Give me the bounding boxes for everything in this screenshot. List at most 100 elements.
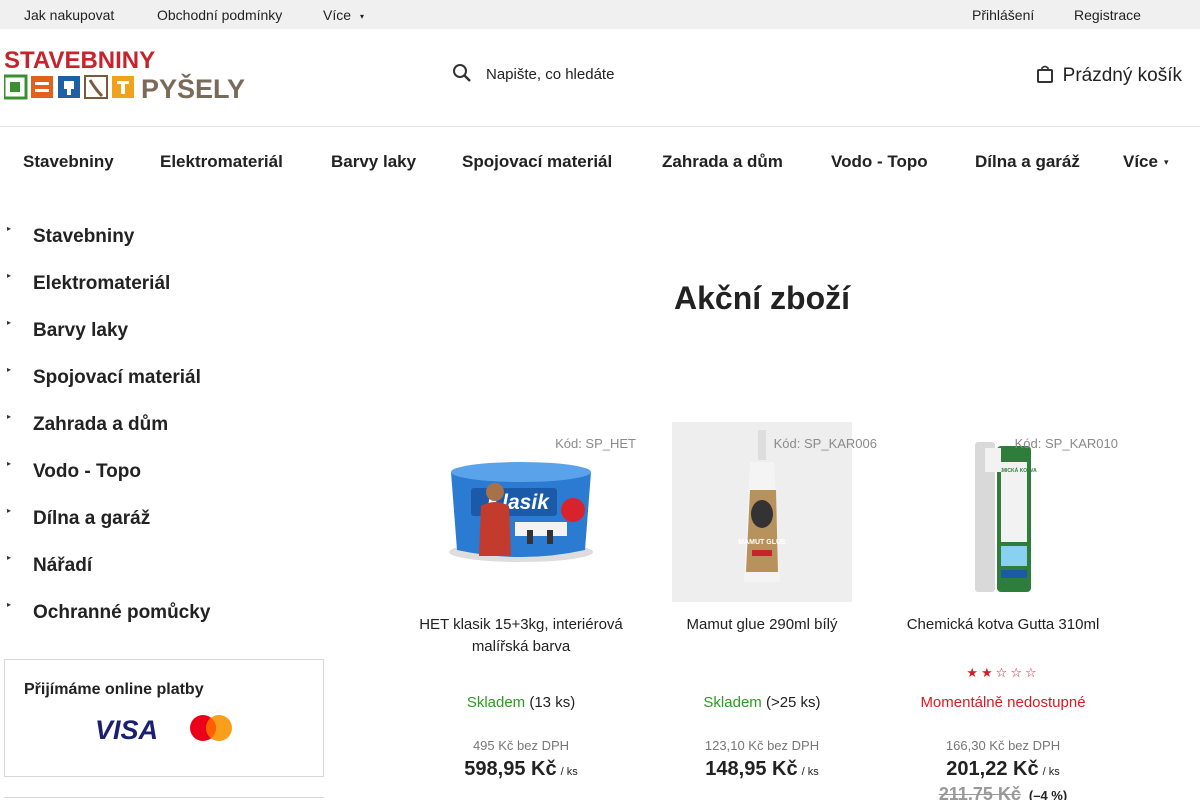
sidebar-item-zahrada-a-dum[interactable]: ▸ Zahrada a dům [4,403,324,450]
star-empty-icon: ☆ [1010,665,1025,680]
chevron-down-icon: ▾ [360,11,365,21]
product-card[interactable]: Klasik Kód: SP_HET HET klasik 15+3kg, in… [406,422,636,800]
product-name[interactable]: Chemická kotva Gutta 310ml [888,614,1118,636]
visa-logo: VISA [95,716,158,741]
discount-badge: (–4 %) [1028,788,1068,800]
stock-status: Momentálně nedostupné [920,694,1086,711]
star-empty-icon: ☆ [1024,665,1040,680]
cart-label: Prázdný košík [1062,65,1182,86]
sidebar-item-label: Elektromateriál [33,273,171,294]
logo[interactable]: STAVEBNINY PYŠELY [4,46,260,102]
price-value: 201,22 Kč [946,758,1039,780]
logo-text-top: STAVEBNINY [4,47,155,74]
topbar-link-how-to-buy[interactable]: Jak nakupovat [24,7,114,23]
topbar-more-label: Více [323,7,352,23]
star-empty-icon: ☆ [995,665,1011,680]
payments-title: Přijímáme online platby [24,681,204,698]
sidebar-item-naradi[interactable]: ▸ Nářadí [4,544,324,591]
chevron-right-icon: ▸ [7,459,12,468]
star-filled-icon: ★ [981,665,996,680]
stock-count: (>25 ks) [765,694,821,711]
page-title: Akční zboží [673,280,850,316]
sidebar-item-dilna-a-garaz[interactable]: ▸ Dílna a garáž [4,497,324,544]
shopping-bag-icon [1036,65,1053,83]
product-name[interactable]: Mamut glue 290ml bílý [647,614,877,636]
nav-item-elektromaterial[interactable]: Elektromateriál [160,152,283,172]
sidebar-categories: ▸ Stavebniny ▸ Elektromateriál ▸ Barvy laky… [4,215,324,638]
login-link[interactable]: Přihlášení [972,7,1034,23]
product-stock: Skladem (>25 ks) [647,694,877,711]
product-price: 201,22 Kč / ks [888,758,1118,781]
chevron-down-icon: ▾ [1163,157,1169,168]
register-link[interactable]: Registrace [1074,7,1141,23]
header: STAVEBNINY PYŠELY Napište, co hledáte Pr… [0,29,1200,127]
stock-count: (13 ks) [529,694,576,711]
star-filled-icon: ★ [966,665,982,680]
logo-text-bottom: PYŠELY [141,73,245,102]
nav-item-barvy-laky[interactable]: Barvy laky [331,152,416,172]
product-code: Kód: SP_HET [555,436,636,451]
product-stock: Momentálně nedostupné [888,694,1118,711]
nav-more-label: Více [1123,152,1158,171]
price-unit: / ks [560,766,578,778]
nav-item-dilna-a-garaz[interactable]: Dílna a garáž [975,152,1080,172]
main-navigation: Stavebniny Elektromateriál Barvy laky Sp… [0,127,1200,197]
chevron-right-icon: ▸ [7,271,12,280]
online-payments-box: Přijímáme online platby VISA [4,659,324,777]
old-price: 211,75 Kč [938,784,1021,800]
chevron-right-icon: ▸ [7,553,12,562]
cart-button[interactable]: Prázdný košík [1036,65,1182,87]
sidebar-item-vodo-topo[interactable]: ▸ Vodo - Topo [4,450,324,497]
product-rating[interactable]: ★★☆☆☆ [888,665,1118,681]
sidebar-item-elektromaterial[interactable]: ▸ Elektromateriál [4,262,324,309]
nav-item-more[interactable]: Více ▾ [1123,152,1169,172]
price-without-vat: 495 Kč bez DPH [472,738,570,753]
sidebar-item-ochranne-pomucky[interactable]: ▸ Ochranné pomůcky [4,591,324,638]
topbar-link-terms[interactable]: Obchodní podmínky [157,7,282,23]
price-unit: / ks [801,766,819,778]
sidebar-item-label: Barvy laky [33,320,129,341]
sidebar-item-barvy-laky[interactable]: ▸ Barvy laky [4,309,324,356]
product-name[interactable]: HET klasik 15+3kg, interiérová malířská … [406,614,636,658]
product-stock: Skladem (13 ks) [406,694,636,711]
sidebar-item-label: Vodo - Topo [33,461,141,482]
chevron-right-icon: ▸ [7,506,12,515]
product-code: Kód: SP_KAR006 [773,436,877,451]
sidebar-item-label: Ochranné pomůcky [33,602,211,623]
product-code: Kód: SP_KAR010 [1014,436,1118,451]
sidebar-item-label: Dílna a garáž [33,508,151,529]
nav-item-zahrada-a-dum[interactable]: Zahrada a dům [662,152,783,172]
product-card[interactable]: CHEMICKÁ KOTVA Kód: SP_KAR010 Chemická k… [888,422,1118,800]
mastercard-logo [190,715,232,741]
price-unit: / ks [1042,766,1060,778]
price-without-vat: 123,10 Kč bez DPH [704,738,820,753]
product-card[interactable]: MAMUT GLUE Kód: SP_KAR006 Mamut glue 290… [647,422,877,800]
product-price: 148,95 Kč / ks [647,758,877,781]
topbar-more[interactable]: Více ▾ [323,7,364,23]
top-bar: Jak nakupovat Obchodní podmínky Více ▾ Př… [0,0,1200,29]
sidebar-item-spojovaci-material[interactable]: ▸ Spojovací materiál [4,356,324,403]
chevron-right-icon: ▸ [7,318,12,327]
chevron-right-icon: ▸ [7,412,12,421]
sidebar-item-label: Spojovací materiál [33,367,201,388]
stock-status: Skladem [466,694,526,711]
search-input[interactable]: Napište, co hledáte [486,66,614,83]
visa-logo-text: VISA [95,716,158,741]
price-without-vat: 166,30 Kč bez DPH [945,738,1061,753]
search-bar[interactable]: Napište, co hledáte [452,63,614,85]
chevron-right-icon: ▸ [7,224,12,233]
product-price: 598,95 Kč / ks [406,758,636,781]
nav-item-spojovaci-material[interactable]: Spojovací materiál [462,152,612,172]
chevron-right-icon: ▸ [7,365,12,374]
nav-item-vodo-topo[interactable]: Vodo - Topo [831,152,928,172]
price-value: 598,95 Kč [464,758,557,780]
price-value: 148,95 Kč [705,758,798,780]
product-image-text: MAMUT GLUE [738,539,786,546]
stock-status: Skladem [703,694,762,711]
search-icon[interactable] [452,63,472,83]
chevron-right-icon: ▸ [7,600,12,609]
nav-item-stavebniny[interactable]: Stavebniny [23,152,114,172]
sidebar-item-label: Zahrada a dům [33,414,169,435]
sidebar-item-stavebniny[interactable]: ▸ Stavebniny [4,215,324,262]
sidebar-item-label: Stavebniny [33,226,135,247]
